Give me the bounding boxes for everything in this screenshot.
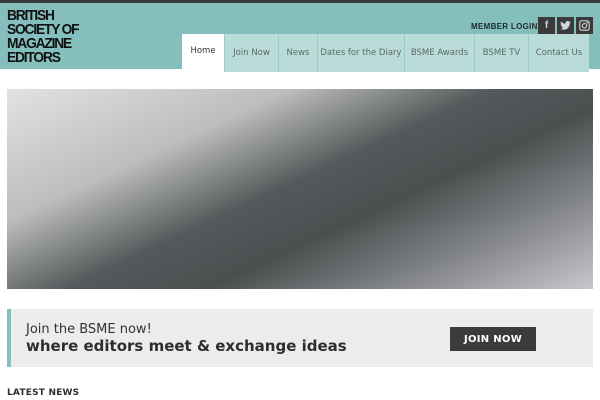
main-nav: Home Join Now News Dates for the Diary B… — [182, 34, 589, 72]
join-banner-tagline: where editors meet & exchange ideas — [26, 337, 347, 355]
nav-item-join-now[interactable]: Join Now — [224, 34, 278, 72]
nav-item-dates-for-the-diary[interactable]: Dates for the Diary — [317, 34, 404, 72]
join-banner-heading: Join the BSME now! — [26, 322, 152, 337]
twitter-bird-icon — [560, 21, 571, 30]
bsme-logo[interactable]: BRITISH SOCIETY OF MAGAZINE EDITORS — [7, 8, 80, 67]
nav-item-home[interactable]: Home — [182, 34, 224, 72]
logo-line-4: EDITORS — [7, 49, 61, 66]
facebook-icon[interactable]: f — [538, 17, 555, 34]
join-now-button[interactable]: JOIN NOW — [450, 327, 536, 351]
nav-item-news[interactable]: News — [278, 34, 317, 72]
facebook-glyph: f — [544, 20, 549, 31]
latest-news-heading: LATEST NEWS — [7, 388, 80, 398]
join-banner: Join the BSME now! where editors meet & … — [7, 309, 593, 367]
instagram-camera-icon — [579, 20, 590, 31]
twitter-icon[interactable] — [557, 17, 574, 34]
site-header: BRITISH SOCIETY OF MAGAZINE EDITORS MEMB… — [0, 3, 600, 72]
member-login-link[interactable]: MEMBER LOGIN — [471, 22, 538, 31]
nav-item-bsme-tv[interactable]: BSME TV — [474, 34, 528, 72]
nav-item-contact-us[interactable]: Contact Us — [528, 34, 589, 72]
nav-item-bsme-awards[interactable]: BSME Awards — [404, 34, 474, 72]
hero-image — [7, 89, 593, 289]
instagram-icon[interactable] — [576, 17, 593, 34]
